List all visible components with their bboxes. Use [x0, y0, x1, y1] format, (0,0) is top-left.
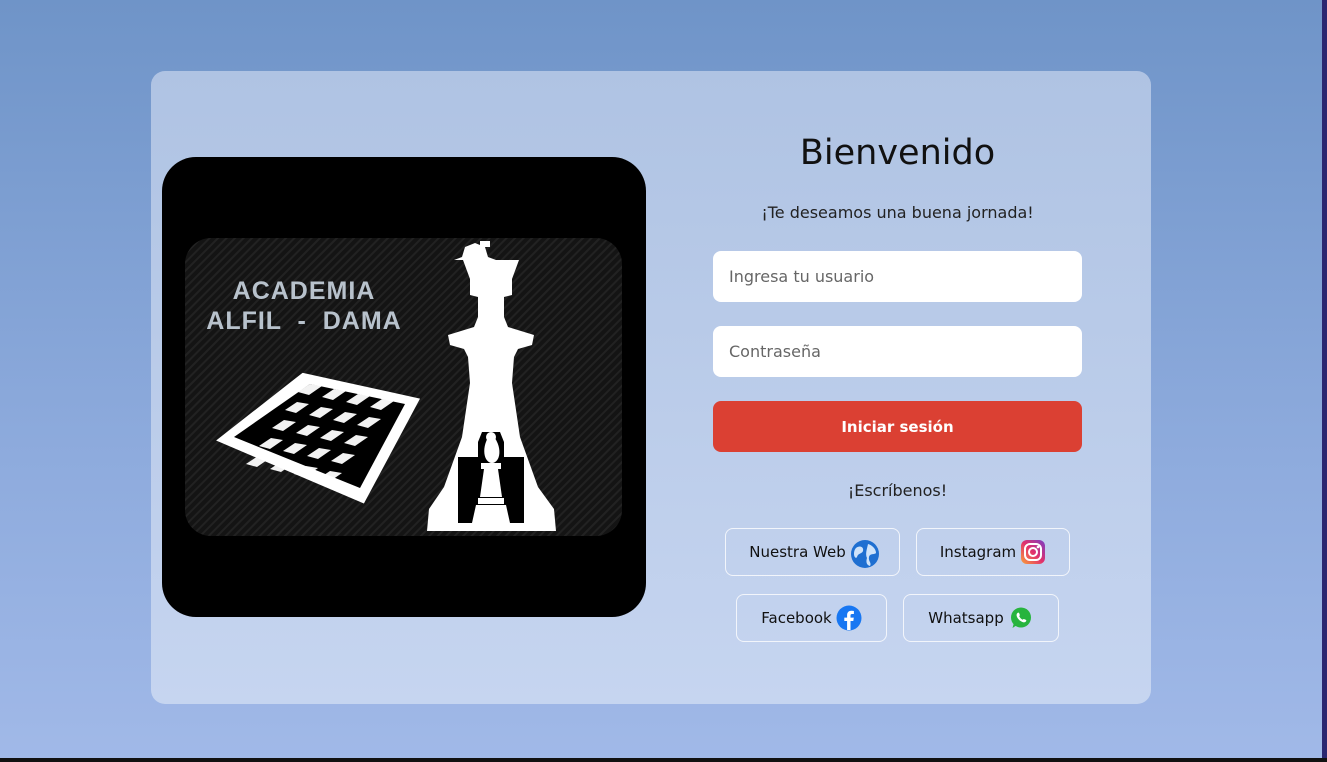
logo-text-line2: ALFIL - DAMA	[206, 307, 401, 335]
logo-text-line1: ACADEMIA	[233, 277, 376, 305]
website-label: Nuestra Web	[749, 543, 846, 561]
website-link-button[interactable]: Nuestra Web	[725, 528, 900, 576]
window-edge-right	[1322, 0, 1327, 762]
academy-logo: ACADEMIA ALFIL - DAMA	[162, 157, 646, 617]
whatsapp-label: Whatsapp	[928, 609, 1004, 627]
contact-heading: ¡Escríbenos!	[847, 481, 948, 500]
password-input[interactable]	[713, 326, 1082, 377]
login-card: ACADEMIA ALFIL - DAMA Bienvenido ¡Te des…	[151, 71, 1151, 704]
whatsapp-link-button[interactable]: Whatsapp	[903, 594, 1059, 642]
instagram-label: Instagram	[939, 543, 1017, 561]
whatsapp-icon	[1008, 605, 1034, 631]
facebook-icon	[836, 605, 862, 631]
instagram-icon	[1020, 539, 1046, 565]
globe-icon	[850, 539, 879, 568]
username-input[interactable]	[713, 251, 1082, 302]
login-button[interactable]: Iniciar sesión	[713, 401, 1082, 452]
window-edge-bottom	[0, 758, 1327, 762]
instagram-link-button[interactable]: Instagram	[916, 528, 1070, 576]
welcome-subtitle: ¡Te deseamos una buena jornada!	[761, 203, 1034, 222]
page-title: Bienvenido	[799, 133, 996, 173]
facebook-link-button[interactable]: Facebook	[736, 594, 887, 642]
facebook-label: Facebook	[761, 609, 832, 627]
